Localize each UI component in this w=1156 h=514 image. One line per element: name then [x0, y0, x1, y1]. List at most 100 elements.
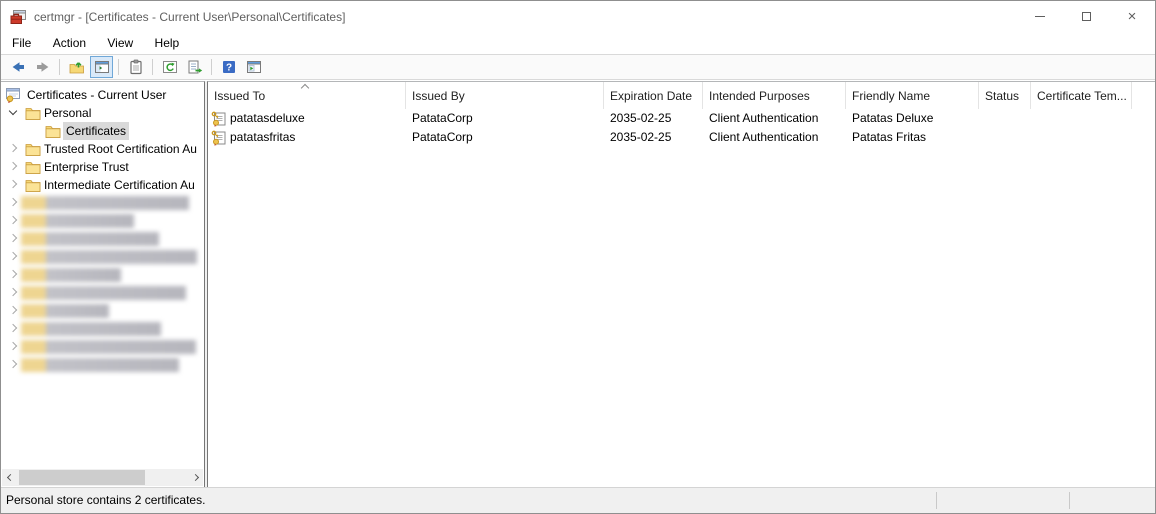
chevron-right-icon[interactable]	[9, 144, 17, 152]
chevron-right-icon[interactable]	[9, 198, 17, 206]
cell-text: 2035-02-25	[610, 111, 671, 125]
show-hide-action-pane-button[interactable]	[242, 56, 265, 78]
tree-item-redacted[interactable]	[1, 230, 204, 248]
column-header-friendly-name[interactable]: Friendly Name	[846, 82, 979, 109]
up-one-level-button[interactable]	[65, 56, 88, 78]
tree-item-redacted[interactable]	[1, 320, 204, 338]
chevron-right-icon[interactable]	[9, 252, 17, 260]
list-header: Issued To Issued By Expiration Date Inte…	[208, 82, 1155, 109]
menu-action[interactable]: Action	[44, 32, 95, 54]
minimize-icon	[1035, 16, 1045, 17]
maximize-button[interactable]	[1063, 1, 1109, 32]
chevron-right-icon[interactable]	[9, 162, 17, 170]
column-label: Expiration Date	[610, 89, 692, 103]
certificate-icon	[211, 111, 227, 127]
redacted-label	[21, 268, 121, 282]
scroll-thumb[interactable]	[19, 470, 145, 485]
cell-text: Patatas Deluxe	[852, 111, 933, 125]
redacted-label	[21, 250, 197, 264]
menu-view[interactable]: View	[98, 32, 142, 54]
chevron-right-icon[interactable]	[9, 216, 17, 224]
column-header-certificate-template[interactable]: Certificate Tem...	[1031, 82, 1132, 109]
export-list-icon	[187, 59, 203, 75]
folder-icon	[25, 142, 41, 156]
cell-text: PatataCorp	[412, 130, 473, 144]
tree-item-redacted[interactable]	[1, 302, 204, 320]
cell-text: Client Authentication	[709, 111, 818, 125]
chevron-right-icon[interactable]	[9, 324, 17, 332]
tree-item-enterprise-trust[interactable]: Enterprise Trust	[1, 158, 204, 176]
menu-file[interactable]: File	[3, 32, 40, 54]
refresh-button[interactable]	[158, 56, 181, 78]
tree-item-intermediate-certification-au[interactable]: Intermediate Certification Au	[1, 176, 204, 194]
tree-item-certificates[interactable]: Certificates	[1, 122, 204, 140]
export-list-button[interactable]	[183, 56, 206, 78]
tree-item-certificates-current-user[interactable]: Certificates - Current User	[1, 86, 204, 104]
tree-items: Certificates - Current UserPersonalCerti…	[1, 86, 204, 374]
column-label: Status	[985, 89, 1019, 103]
list-cell: patatasfritas	[208, 128, 406, 147]
redacted-label	[21, 196, 189, 210]
tree-item-redacted[interactable]	[1, 212, 204, 230]
redacted-label	[21, 214, 134, 228]
toolbar-separator	[211, 59, 212, 75]
folder-icon	[25, 106, 41, 120]
chevron-right-icon[interactable]	[9, 288, 17, 296]
svg-text:?: ?	[225, 63, 231, 74]
back-icon	[10, 59, 26, 75]
scroll-left-button[interactable]	[2, 469, 18, 486]
show-hide-console-tree-button[interactable]	[90, 56, 113, 78]
menu-bar: File Action View Help	[1, 32, 1155, 54]
certificate-list-pane: Issued To Issued By Expiration Date Inte…	[207, 81, 1155, 487]
column-header-issued-to[interactable]: Issued To	[208, 82, 406, 109]
tree-item-redacted[interactable]	[1, 284, 204, 302]
cell-text: patatasdeluxe	[230, 109, 305, 128]
help-button[interactable]: ?	[217, 56, 240, 78]
chevron-down-icon[interactable]	[9, 107, 17, 115]
cert-store-icon	[5, 87, 21, 103]
refresh-icon	[162, 59, 178, 75]
chevron-right-icon[interactable]	[9, 180, 17, 188]
tree-item-label: Certificates	[63, 122, 129, 140]
toolbar-separator	[152, 59, 153, 75]
scroll-right-button[interactable]	[187, 469, 203, 486]
tree-item-trusted-root-certification-au[interactable]: Trusted Root Certification Au	[1, 140, 204, 158]
column-header-issued-by[interactable]: Issued By	[406, 82, 604, 109]
status-text: Personal store contains 2 certificates.	[6, 493, 205, 507]
forward-button[interactable]	[31, 56, 54, 78]
tree-horizontal-scrollbar[interactable]	[2, 469, 203, 486]
certificate-row[interactable]: patatasfritasPatataCorp2035-02-25Client …	[208, 128, 1155, 147]
toolbar-separator	[59, 59, 60, 75]
tree-item-redacted[interactable]	[1, 194, 204, 212]
column-label: Intended Purposes	[709, 89, 810, 103]
menu-help[interactable]: Help	[146, 32, 189, 54]
console-tree-pane: Certificates - Current UserPersonalCerti…	[1, 81, 205, 487]
chevron-right-icon[interactable]	[9, 342, 17, 350]
minimize-button[interactable]	[1017, 1, 1063, 32]
clipboard-button[interactable]	[124, 56, 147, 78]
back-button[interactable]	[6, 56, 29, 78]
tree-item-redacted[interactable]	[1, 338, 204, 356]
cell-text: PatataCorp	[412, 111, 473, 125]
scroll-track[interactable]	[18, 469, 187, 486]
tree-item-label: Personal	[44, 104, 91, 122]
tree-item-redacted[interactable]	[1, 356, 204, 374]
column-header-intended-purposes[interactable]: Intended Purposes	[703, 82, 846, 109]
list-cell	[1031, 128, 1132, 147]
list-cell: Client Authentication	[703, 128, 846, 147]
chevron-right-icon[interactable]	[9, 270, 17, 278]
tree-item-redacted[interactable]	[1, 248, 204, 266]
chevron-right-icon[interactable]	[9, 234, 17, 242]
column-header-expiration-date[interactable]: Expiration Date	[604, 82, 703, 109]
chevron-right-icon[interactable]	[9, 306, 17, 314]
close-button[interactable]: ×	[1109, 1, 1155, 32]
certificate-row[interactable]: patatasdeluxe PatataCorp 2035-02-25 Client …	[208, 109, 1155, 128]
certmgr-window: certmgr - [Certificates - Current User\P…	[0, 0, 1156, 514]
column-header-status[interactable]: Status	[979, 82, 1031, 109]
chevron-right-icon[interactable]	[9, 360, 17, 368]
tree-item-label: Enterprise Trust	[44, 158, 129, 176]
cell-text: patatasfritas	[230, 128, 295, 147]
tree-item-personal[interactable]: Personal	[1, 104, 204, 122]
redacted-label	[21, 322, 161, 336]
tree-item-redacted[interactable]	[1, 266, 204, 284]
